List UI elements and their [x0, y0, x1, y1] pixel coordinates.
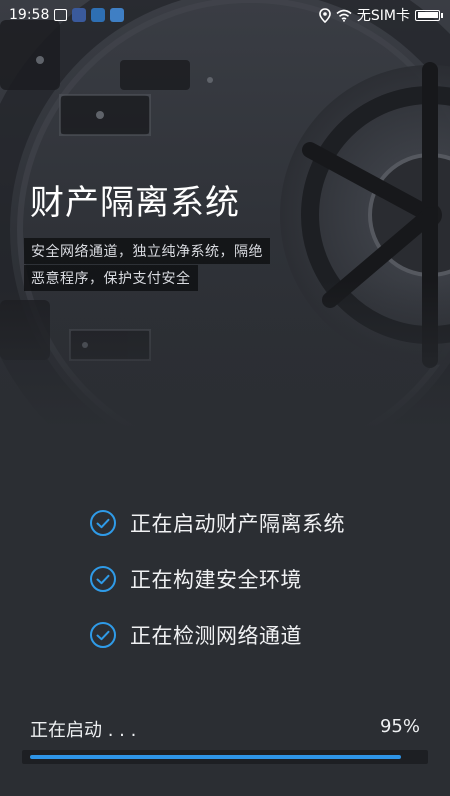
- notification-icon: [72, 8, 87, 22]
- step-item: 正在构建安全环境: [90, 551, 430, 607]
- step-label: 正在启动财产隔离系统: [130, 512, 345, 536]
- step-label: 正在检测网络通道: [130, 624, 302, 648]
- check-circle-icon: [90, 510, 116, 536]
- notification-icon: [110, 8, 125, 22]
- progress-label: 正在启动 . . .: [30, 720, 137, 741]
- page-title: 财产隔离系统: [30, 183, 240, 223]
- progress-percent: 95%: [379, 716, 420, 737]
- description-line-2: 恶意程序，保护支付安全: [24, 265, 198, 291]
- status-bar: 19:58 无SIM卡: [0, 0, 450, 30]
- notification-icon: [91, 8, 106, 22]
- progress-fill: [30, 755, 401, 759]
- step-item: 正在启动财产隔离系统: [90, 495, 430, 551]
- step-item: 正在检测网络通道: [90, 607, 430, 663]
- status-right: 无SIM卡: [309, 5, 450, 25]
- hero-fade: [0, 280, 450, 430]
- step-label: 正在构建安全环境: [130, 568, 302, 592]
- screenshot-icon: [54, 9, 68, 21]
- startup-steps: 正在启动财产隔离系统 正在构建安全环境 正在检测网络通道: [90, 495, 430, 663]
- check-circle-icon: [90, 622, 116, 648]
- check-circle-icon: [90, 566, 116, 592]
- carrier-text: 无SIM卡: [356, 8, 410, 24]
- description-line-1: 安全网络通道，独立纯净系统，隔绝: [24, 238, 270, 264]
- wifi-icon: [336, 9, 352, 22]
- location-icon: [319, 7, 331, 23]
- battery-icon: [415, 9, 443, 21]
- status-time: 19:58: [9, 7, 50, 23]
- progress-bar: [22, 750, 428, 764]
- status-left: 19:58: [0, 7, 134, 23]
